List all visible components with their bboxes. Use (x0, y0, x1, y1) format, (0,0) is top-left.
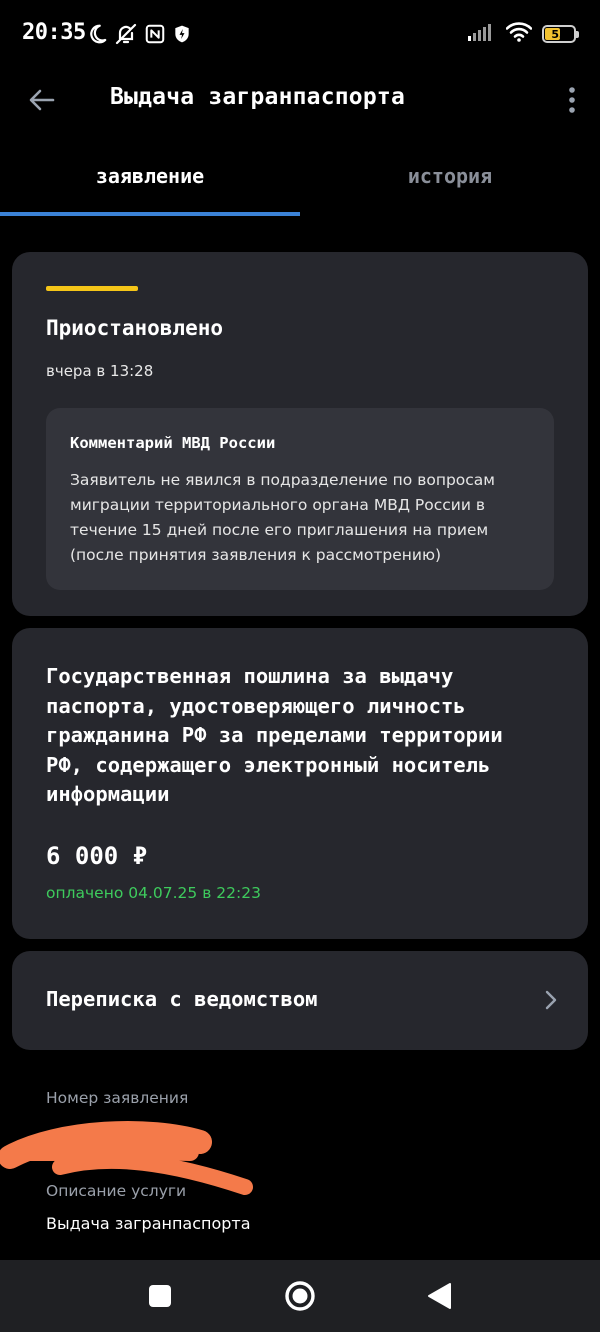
comment-title: Комментарий МВД России (70, 434, 276, 452)
status-icons-right: 53 (468, 22, 579, 46)
page-title: Выдача загранпаспорта (110, 84, 405, 110)
tab-label: заявление (95, 164, 205, 188)
status-bar: 20:35 53 (0, 0, 600, 70)
fee-title-line: гражданина РФ за пределами территории (46, 723, 503, 747)
comment-line: миграции территориального органа МВД Рос… (70, 496, 485, 514)
back-button[interactable] (26, 84, 58, 116)
system-back-button[interactable] (422, 1278, 458, 1314)
wifi-icon (505, 22, 533, 46)
fee-title-line: информации (46, 782, 170, 806)
comment-text: Заявитель не явился в подразделение по в… (70, 468, 530, 568)
app-bar: Выдача загранпаспорта (0, 70, 600, 128)
comment-line: Заявитель не явился в подразделение по в… (70, 471, 495, 489)
ministry-comment-box: Комментарий МВД России Заявитель не явил… (46, 408, 554, 590)
comment-line: (после принятия заявления к рассмотрению… (70, 546, 442, 564)
status-color-stripe (46, 286, 138, 291)
status-card: Приостановлено вчера в 13:28 Комментарий… (12, 252, 588, 616)
tab-label: история (407, 164, 493, 188)
fee-title-line: Государственная пошлина за выдачу (46, 664, 454, 688)
fee-amount: 6 000 ₽ (46, 842, 148, 870)
battery-level: 53 (551, 27, 567, 41)
signal-icon (468, 22, 496, 46)
shield-icon (172, 23, 192, 45)
status-title: Приостановлено (46, 316, 224, 340)
recents-square-icon (149, 1285, 171, 1307)
recents-button[interactable] (142, 1278, 178, 1314)
fee-title-line: РФ, содержащего электронный носитель (46, 752, 491, 777)
service-description-label: Описание услуги (46, 1182, 187, 1200)
comment-line: течение 15 дней после его приглашения на… (70, 521, 489, 539)
home-circle-icon (285, 1281, 315, 1311)
active-tab-indicator (0, 212, 300, 216)
battery-icon: 53 (542, 25, 579, 43)
service-description-value: Выдача загранпаспорта (46, 1214, 251, 1233)
nfc-icon (144, 23, 166, 45)
status-date: вчера в 13:28 (46, 362, 154, 380)
back-triangle-icon (428, 1283, 451, 1309)
correspondence-label: Переписка с ведомством (46, 987, 318, 1011)
system-nav-bar (0, 1260, 600, 1332)
bell-off-icon (114, 22, 138, 46)
state-fee-card: Государственная пошлина за выдачу паспор… (12, 628, 588, 939)
fee-title: Государственная пошлина за выдачу паспор… (46, 662, 566, 810)
chevron-right-icon (545, 990, 557, 1010)
more-vertical-icon (569, 87, 575, 113)
tab-history[interactable]: история (300, 150, 600, 216)
status-icons-left (86, 22, 192, 46)
moon-icon (86, 23, 108, 45)
correspondence-button[interactable]: Переписка с ведомством (12, 951, 588, 1050)
fee-paid-status: оплачено 04.07.25 в 22:23 (46, 884, 261, 902)
tab-application[interactable]: заявление (0, 150, 300, 216)
arrow-left-icon (29, 89, 55, 111)
tab-bar: заявление история (0, 150, 600, 216)
application-number-label: Номер заявления (46, 1089, 189, 1107)
fee-title-line: паспорта, удостоверяющего личность (46, 693, 466, 718)
status-time: 20:35 (22, 20, 86, 45)
home-button[interactable] (282, 1278, 318, 1314)
more-options-button[interactable] (566, 84, 578, 116)
